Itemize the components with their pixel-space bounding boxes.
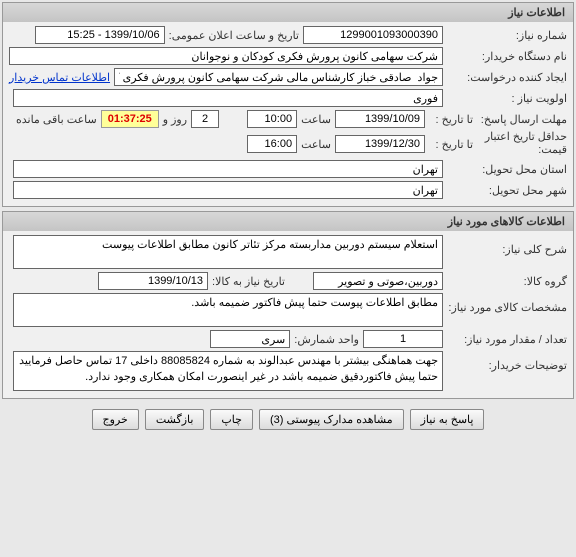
city-input[interactable] bbox=[13, 181, 443, 199]
respond-button[interactable]: پاسخ به نیاز bbox=[410, 409, 485, 430]
button-bar: پاسخ به نیاز مشاهده مدارک پیوستی (3) چاپ… bbox=[2, 403, 574, 436]
public-date-label: تاریخ و ساعت اعلان عمومی: bbox=[169, 29, 299, 42]
desc-textarea[interactable]: استعلام سیستم دوربین مداربسته مرکز تئاتر… bbox=[13, 235, 443, 269]
days-suffix: روز و bbox=[163, 113, 187, 126]
need-info-panel: اطلاعات نیاز شماره نیاز: تاریخ و ساعت اع… bbox=[2, 2, 574, 207]
exit-button[interactable]: خروج bbox=[92, 409, 139, 430]
min-valid-date-input[interactable] bbox=[335, 135, 425, 153]
days-input[interactable] bbox=[191, 110, 219, 128]
need-number-label: شماره نیاز: bbox=[447, 29, 567, 42]
desc-label: شرح کلی نیاز: bbox=[447, 235, 567, 256]
to-date-label: تا تاریخ : bbox=[429, 113, 473, 126]
row-spec: مشخصات کالای مورد نیاز: مطابق اطلاعات پی… bbox=[9, 293, 567, 327]
panel2-header: اطلاعات کالاهای مورد نیاز bbox=[3, 212, 573, 231]
row-min-valid: حداقل تاریخ اعتبار قیمت: تا تاریخ : ساعت bbox=[9, 131, 567, 157]
notes-textarea[interactable]: جهت هماهنگی بیشتر با مهندس عبدالوند به ش… bbox=[13, 351, 443, 391]
requester-label: ایجاد کننده درخواست: bbox=[447, 71, 567, 84]
row-org: نام دستگاه خریدار: bbox=[9, 47, 567, 65]
priority-label: اولویت نیاز : bbox=[447, 92, 567, 105]
requester-input[interactable] bbox=[114, 68, 443, 86]
goods-info-panel: اطلاعات کالاهای مورد نیاز شرح کلی نیاز: … bbox=[2, 211, 574, 399]
panel1-title: اطلاعات نیاز bbox=[508, 7, 565, 19]
row-requester: ایجاد کننده درخواست: اطلاعات تماس خریدار bbox=[9, 68, 567, 86]
delivery-to-date-input[interactable] bbox=[98, 272, 208, 290]
panel1-header: اطلاعات نیاز bbox=[3, 3, 573, 22]
spec-label: مشخصات کالای مورد نیاز: bbox=[447, 293, 567, 314]
row-deadline: مهلت ارسال پاسخ: تا تاریخ : ساعت روز و 0… bbox=[9, 110, 567, 128]
min-valid-label: حداقل تاریخ اعتبار قیمت: bbox=[477, 131, 567, 157]
back-button[interactable]: بازگشت bbox=[145, 409, 205, 430]
countdown-box: 01:37:25 bbox=[101, 110, 159, 128]
unit-input[interactable] bbox=[210, 330, 290, 348]
spec-textarea[interactable]: مطابق اطلاعات پیوست حتما پیش فاکتور ضمیم… bbox=[13, 293, 443, 327]
row-desc: شرح کلی نیاز: استعلام سیستم دوربین مدارب… bbox=[9, 235, 567, 269]
deadline-date-input[interactable] bbox=[335, 110, 425, 128]
goods-group-input[interactable] bbox=[313, 272, 443, 290]
row-city: شهر محل تحویل: bbox=[9, 181, 567, 199]
deadline-time-input[interactable] bbox=[247, 110, 297, 128]
notes-label: توضیحات خریدار: bbox=[447, 351, 567, 372]
province-label: استان محل تحویل: bbox=[447, 163, 567, 176]
panel1-body: شماره نیاز: تاریخ و ساعت اعلان عمومی: نا… bbox=[3, 22, 573, 206]
goods-group-label: گروه کالا: bbox=[447, 275, 567, 288]
delivery-to-label: تاریخ نیاز به کالا: bbox=[212, 275, 285, 288]
org-label: نام دستگاه خریدار: bbox=[447, 50, 567, 63]
unit-label: واحد شمارش: bbox=[294, 333, 359, 346]
deadline-label: مهلت ارسال پاسخ: bbox=[477, 113, 567, 126]
time-label-2: ساعت bbox=[301, 138, 331, 151]
row-notes: توضیحات خریدار: جهت هماهنگی بیشتر با مهن… bbox=[9, 351, 567, 391]
min-valid-to-label: تا تاریخ : bbox=[429, 138, 473, 151]
province-input[interactable] bbox=[13, 160, 443, 178]
panel2-title: اطلاعات کالاهای مورد نیاز bbox=[448, 216, 565, 228]
remain-suffix: ساعت باقی مانده bbox=[16, 113, 97, 126]
need-number-input[interactable] bbox=[303, 26, 443, 44]
row-goods-group: گروه کالا: تاریخ نیاز به کالا: bbox=[9, 272, 567, 290]
print-button[interactable]: چاپ bbox=[210, 409, 253, 430]
row-province: استان محل تحویل: bbox=[9, 160, 567, 178]
row-qty: تعداد / مقدار مورد نیاز: واحد شمارش: bbox=[9, 330, 567, 348]
time-label-1: ساعت bbox=[301, 113, 331, 126]
min-valid-time-input[interactable] bbox=[247, 135, 297, 153]
contact-link[interactable]: اطلاعات تماس خریدار bbox=[9, 71, 110, 84]
priority-input[interactable] bbox=[13, 89, 443, 107]
org-input[interactable] bbox=[9, 47, 443, 65]
qty-label: تعداد / مقدار مورد نیاز: bbox=[447, 333, 567, 346]
public-date-input[interactable] bbox=[35, 26, 165, 44]
row-need-number: شماره نیاز: تاریخ و ساعت اعلان عمومی: bbox=[9, 26, 567, 44]
panel2-body: شرح کلی نیاز: استعلام سیستم دوربین مدارب… bbox=[3, 231, 573, 398]
qty-input[interactable] bbox=[363, 330, 443, 348]
attachments-button[interactable]: مشاهده مدارک پیوستی (3) bbox=[259, 409, 404, 430]
row-priority: اولویت نیاز : bbox=[9, 89, 567, 107]
city-label: شهر محل تحویل: bbox=[447, 184, 567, 197]
